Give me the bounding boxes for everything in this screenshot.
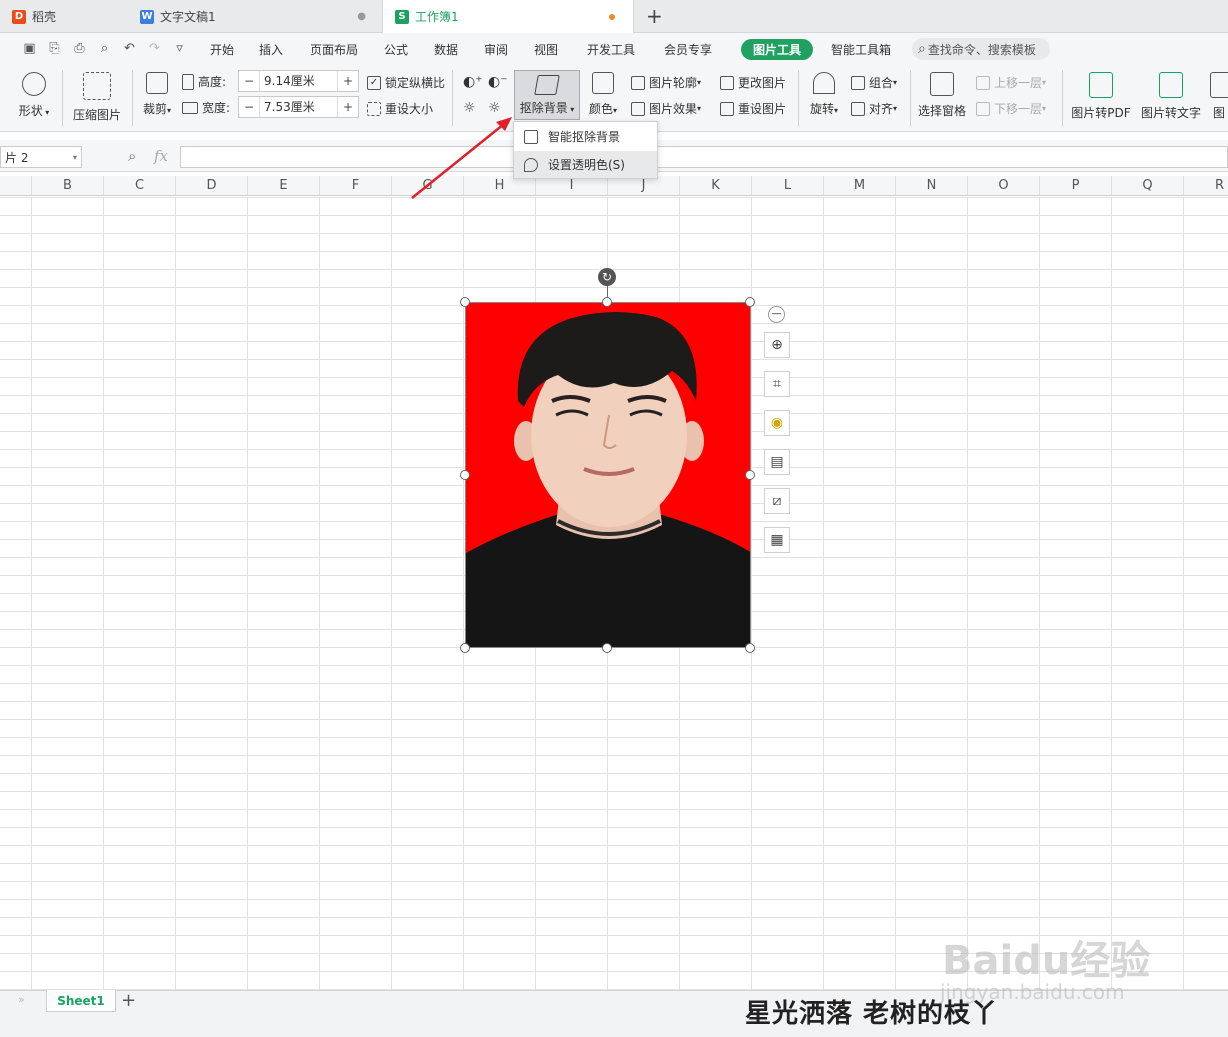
caption-text: 星光洒落 老树的枝丫	[745, 999, 999, 1029]
add-sheet-button[interactable]: +	[121, 990, 136, 1011]
chevron-right-icon[interactable]: »	[18, 993, 25, 1006]
status-bar	[0, 1012, 1228, 1037]
watermark-text: Baidu经验	[942, 938, 1151, 984]
annotation-arrow	[411, 117, 512, 199]
sheet-tab-sheet1[interactable]: Sheet1	[46, 990, 116, 1012]
